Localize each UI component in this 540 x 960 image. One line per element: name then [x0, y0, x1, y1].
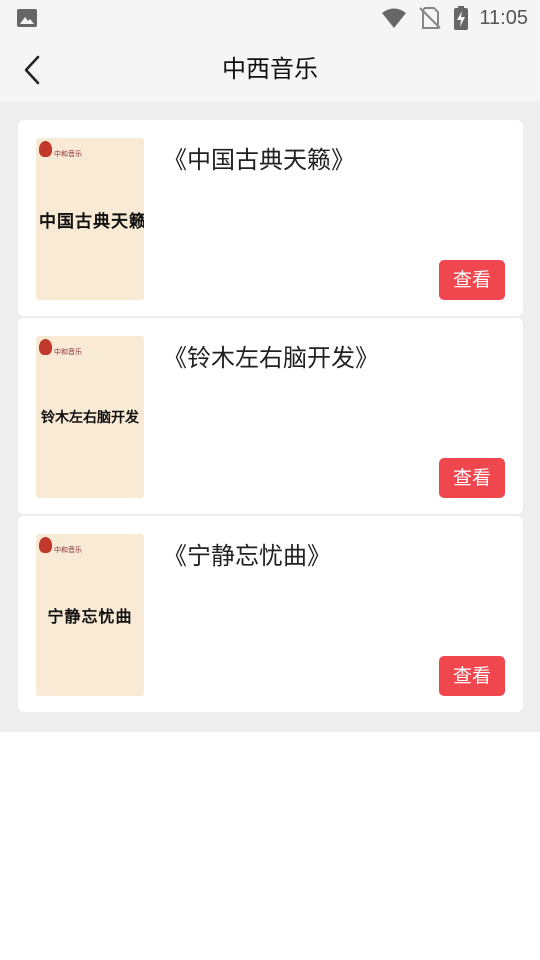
album-cover[interactable]: 中和音乐 铃木左右脑开发 — [36, 336, 144, 498]
page-title: 中西音乐 — [222, 55, 318, 83]
wifi-icon — [382, 8, 407, 28]
cover-title: 中国古典天籁 — [39, 211, 144, 232]
no-sim-icon — [419, 7, 442, 29]
list-item: 中和音乐 铃木左右脑开发 《铃木左右脑开发》 查看 — [18, 318, 523, 514]
item-title: 《宁静忘忧曲》 — [163, 542, 331, 570]
view-button[interactable]: 查看 — [439, 260, 505, 300]
album-cover[interactable]: 中和音乐 中国古典天籁 — [36, 138, 144, 300]
list-item: 中和音乐 中国古典天籁 《中国古典天籁》 查看 — [18, 120, 523, 316]
cover-title: 宁静忘忧曲 — [47, 607, 133, 626]
music-list: 中和音乐 中国古典天籁 《中国古典天籁》 查看 中和音乐 铃木左右脑开发 《铃木… — [0, 102, 540, 732]
battery-charging-icon — [454, 6, 469, 30]
item-title: 《中国古典天籁》 — [163, 146, 355, 174]
album-cover[interactable]: 中和音乐 宁静忘忧曲 — [36, 534, 144, 696]
status-time: 11:05 — [479, 6, 528, 29]
view-button[interactable]: 查看 — [439, 656, 505, 696]
app-bar: 中西音乐 — [0, 36, 540, 102]
status-bar: 11:05 — [0, 0, 540, 36]
gallery-icon — [17, 9, 37, 27]
list-item: 中和音乐 宁静忘忧曲 《宁静忘忧曲》 查看 — [18, 516, 523, 712]
view-button[interactable]: 查看 — [439, 458, 505, 498]
item-title: 《铃木左右脑开发》 — [163, 344, 379, 372]
cover-title: 铃木左右脑开发 — [41, 410, 139, 426]
